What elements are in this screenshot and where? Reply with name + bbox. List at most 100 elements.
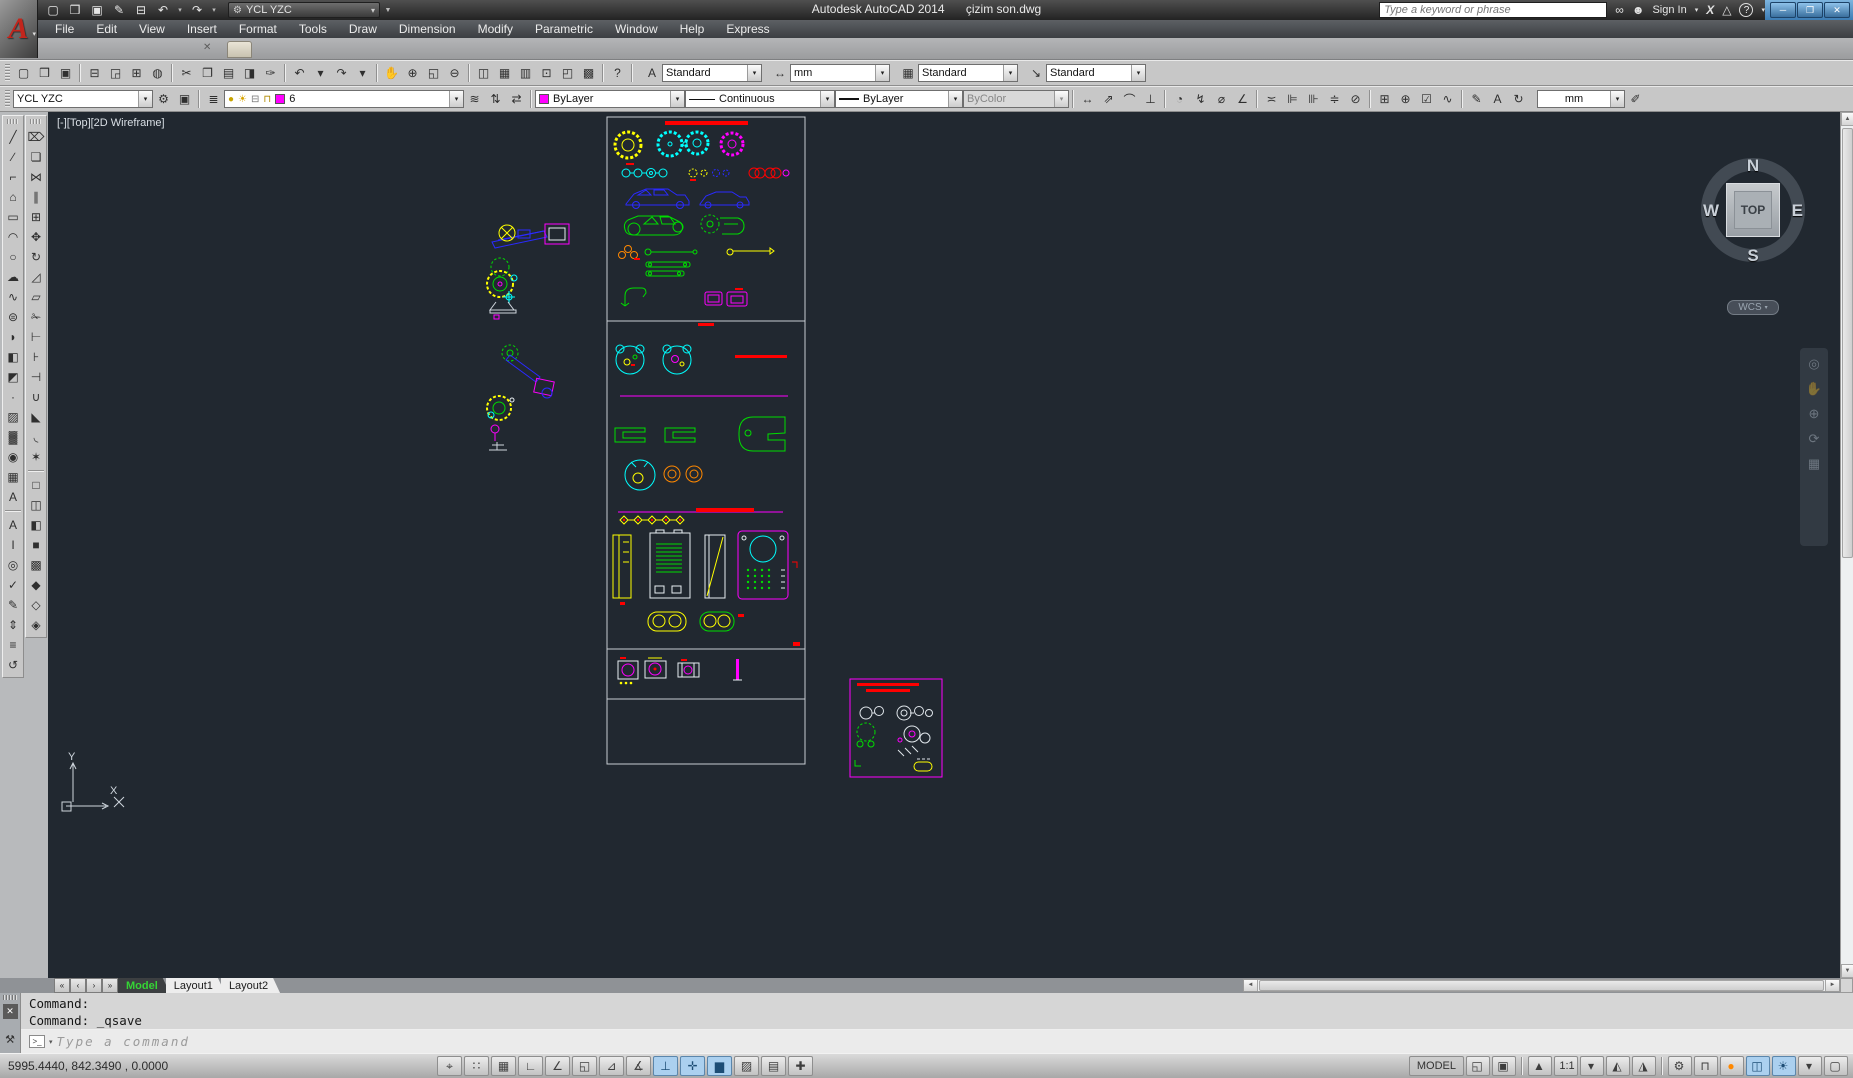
draw-table-icon[interactable]: ▦ — [3, 467, 23, 487]
layer-states-icon[interactable]: ≋ — [464, 89, 485, 110]
dim-text-edit-icon[interactable]: A — [1487, 89, 1508, 110]
scroll-right-icon[interactable]: ► — [1825, 980, 1839, 991]
move-icon[interactable]: ✥ — [26, 227, 46, 247]
menu-edit[interactable]: Edit — [85, 20, 128, 38]
text-scale-icon[interactable]: ⇕ — [3, 615, 23, 635]
menu-express[interactable]: Express — [715, 20, 780, 38]
help-icon[interactable]: ? — [607, 63, 628, 84]
draw-polygon-icon[interactable]: ⌂ — [3, 187, 23, 207]
dim-edit-icon[interactable]: ✎ — [1466, 89, 1487, 110]
pan-icon[interactable]: ✋ — [381, 63, 402, 84]
toolbar-lock-icon[interactable]: ⊓ — [1694, 1056, 1718, 1076]
undo-list-arrow-icon[interactable]: ▾ — [310, 63, 331, 84]
draw-rectangle-icon[interactable]: ▭ — [3, 207, 23, 227]
dim-linear-icon[interactable]: ↔ — [1077, 89, 1098, 110]
command-input-row[interactable]: >_ ▾ Type a command — [21, 1030, 1853, 1053]
file-tab[interactable] — [227, 41, 252, 58]
tab-last-button[interactable]: » — [102, 978, 118, 993]
dim-arc-length-icon[interactable]: ⌒ — [1119, 89, 1140, 110]
viewport-controls[interactable]: [-][Top][2D Wireframe] — [57, 117, 165, 129]
toggle-osnap[interactable]: ◱ — [572, 1056, 597, 1076]
join-icon[interactable]: ∪ — [26, 387, 46, 407]
nav-orbit-icon[interactable]: ⟳ — [1809, 431, 1820, 447]
draw-hatch-icon[interactable]: ▨ — [3, 407, 23, 427]
draw-line-icon[interactable]: ╱ — [3, 127, 23, 147]
horizontal-scroll-thumb[interactable] — [1259, 980, 1824, 991]
toggle-snap[interactable]: ∷ — [464, 1056, 489, 1076]
toggle-lwt[interactable]: ▆ — [707, 1056, 732, 1076]
offset-icon[interactable]: ∥ — [26, 187, 46, 207]
toggle-ducs[interactable]: ⊥ — [653, 1056, 678, 1076]
toggle-polar[interactable]: ∠ — [545, 1056, 570, 1076]
close-button[interactable]: ✕ — [1824, 2, 1850, 18]
draw-gradient-icon[interactable]: ▓ — [3, 427, 23, 447]
tab-model[interactable]: Model — [118, 978, 170, 993]
redo-icon[interactable]: ↷ — [331, 63, 352, 84]
workspace-dropdown[interactable]: ⚙ YCL YZC ▾ — [228, 2, 380, 18]
plot-preview-icon[interactable]: ◲ — [105, 63, 126, 84]
qat-undo-icon[interactable]: ↶ — [154, 3, 172, 17]
tab-next-button[interactable]: › — [86, 978, 102, 993]
navigation-wheel-icon[interactable]: ◎ — [1808, 356, 1819, 372]
status-flyout-arrow-icon[interactable]: ▾ — [1798, 1056, 1822, 1076]
annotation-scale-value[interactable]: 1:1 — [1554, 1056, 1578, 1076]
layer-dropdown[interactable]: ● ☀ ⊟ ⊓ 6 ▾ — [224, 90, 464, 108]
toggle-3dosnap[interactable]: ⊿ — [599, 1056, 624, 1076]
vertical-scrollbar[interactable]: ▲ ▼ — [1840, 112, 1853, 978]
tab-layout1[interactable]: Layout1 — [166, 978, 225, 993]
zoom-realtime-icon[interactable]: ⊕ — [402, 63, 423, 84]
redo-list-arrow-icon[interactable]: ▾ — [352, 63, 373, 84]
view-cube-north[interactable]: N — [1697, 156, 1809, 176]
menu-file[interactable]: File — [44, 20, 85, 38]
layer-properties-manager-icon[interactable]: ≣ — [203, 89, 224, 110]
text-find-icon[interactable]: ◎ — [3, 555, 23, 575]
dim-ordinate-icon[interactable]: ⊥ — [1140, 89, 1161, 110]
command-window-handle[interactable]: ✕ ⚒ — [0, 993, 21, 1053]
navigation-bar[interactable]: ◎✋⊕⟳▦ — [1800, 348, 1828, 546]
qat-undo-arrow-icon[interactable]: ▾ — [176, 6, 184, 14]
object-color-dropdown[interactable]: ByLayer ▾ — [535, 90, 685, 108]
dim-space-icon[interactable]: ≑ — [1324, 89, 1345, 110]
paste-icon[interactable]: ▤ — [218, 63, 239, 84]
dim-baseline-icon[interactable]: ⊫ — [1282, 89, 1303, 110]
annotation-scale-arrow-icon[interactable]: ▾ — [1580, 1056, 1604, 1076]
toolbar-grip[interactable] — [5, 64, 10, 82]
rotate-icon[interactable]: ↻ — [26, 247, 46, 267]
tool-palettes-icon[interactable]: ▥ — [515, 63, 536, 84]
text-single-icon[interactable]: A — [3, 515, 23, 535]
model-space-canvas[interactable]: [-][Top][2D Wireframe] — [48, 112, 1840, 978]
dim-units-dropdown[interactable]: mm ▾ — [1537, 90, 1625, 108]
menu-dimension[interactable]: Dimension — [388, 20, 467, 38]
menu-help[interactable]: Help — [669, 20, 716, 38]
dim-continue-icon[interactable]: ⊪ — [1303, 89, 1324, 110]
explode-icon[interactable]: ✶ — [26, 447, 46, 467]
sign-in-button[interactable]: Sign In — [1652, 4, 1686, 16]
nav-zoom-icon[interactable]: ⊕ — [1809, 406, 1820, 422]
command-input[interactable]: Type a command — [57, 1034, 190, 1049]
scale-icon[interactable]: ◿ — [26, 267, 46, 287]
break-at-point-icon[interactable]: ⊦ — [26, 347, 46, 367]
toggle-quick-properties[interactable]: ▤ — [761, 1056, 786, 1076]
toolbar-grip[interactable] — [5, 90, 10, 108]
break-icon[interactable]: ⊣ — [26, 367, 46, 387]
view-cube-west[interactable]: W — [1703, 201, 1719, 221]
search-icon[interactable]: ∞ — [1615, 3, 1624, 17]
qat-plot-icon[interactable]: ⊟ — [132, 3, 150, 17]
layer-isolate-icon[interactable]: ⇄ — [506, 89, 527, 110]
draw-construction-line-icon[interactable]: ∕ — [3, 147, 23, 167]
render-settings-icon[interactable]: ◈ — [26, 615, 46, 635]
search-input[interactable] — [1379, 2, 1607, 18]
application-menu-button[interactable]: A ▾ — [0, 0, 38, 58]
draw-polyline-icon[interactable]: ⌐ — [3, 167, 23, 187]
dim-update-icon[interactable]: ↻ — [1508, 89, 1529, 110]
view-cube[interactable]: N W E S TOP WCS▾ — [1697, 142, 1809, 334]
draw-spline-icon[interactable]: ∿ — [3, 287, 23, 307]
view-cube-face[interactable]: TOP — [1726, 183, 1780, 237]
performance-tuner-icon[interactable]: ● — [1720, 1056, 1744, 1076]
lineweight-dropdown[interactable]: ByLayer ▾ — [835, 90, 963, 108]
toolbar-grip[interactable] — [30, 119, 42, 124]
draw-point-icon[interactable]: · — [3, 387, 23, 407]
text-style-icon[interactable]: ✎ — [3, 595, 23, 615]
mirror-icon[interactable]: ⋈ — [26, 167, 46, 187]
exchange-apps-icon[interactable]: X — [1706, 3, 1714, 17]
